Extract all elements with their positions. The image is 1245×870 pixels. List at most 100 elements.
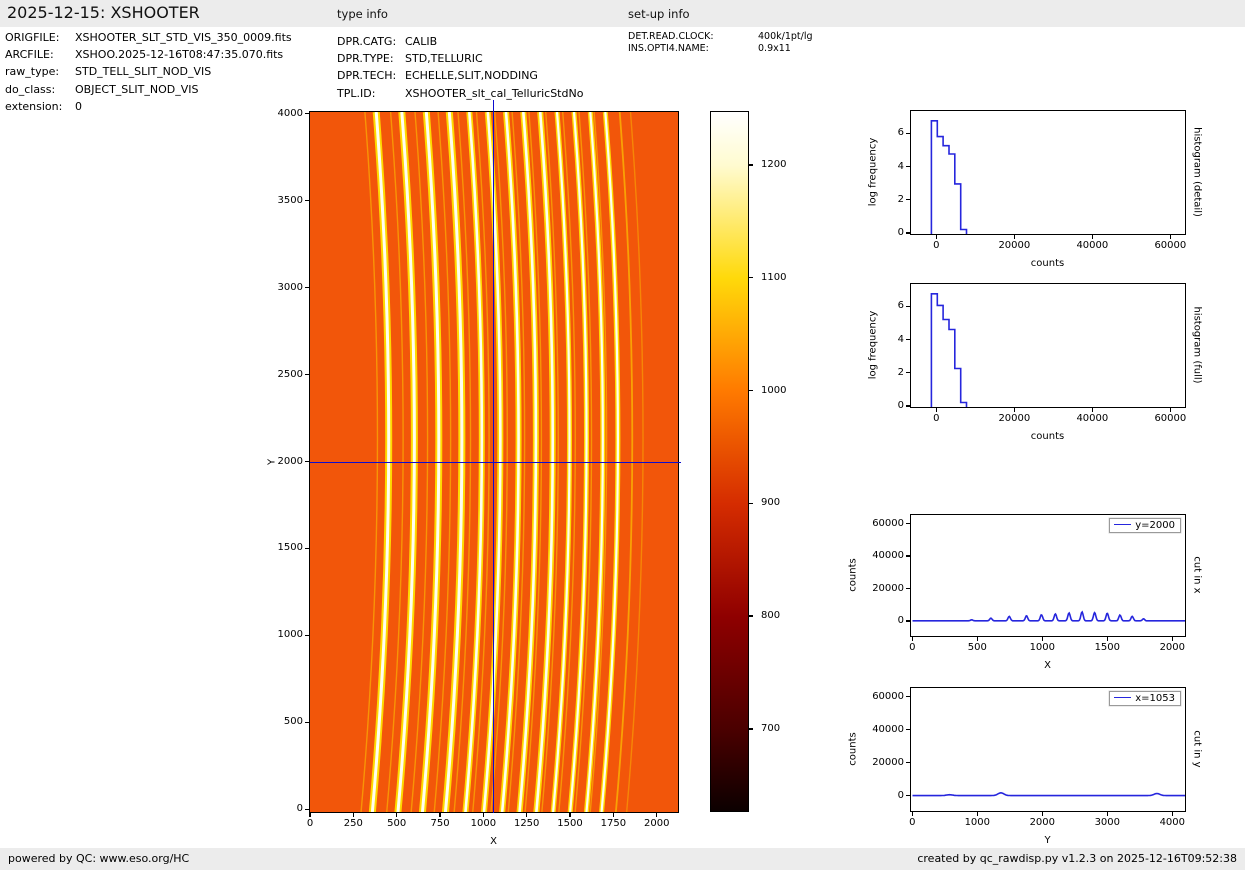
main-image-x-tick-label: 2000	[644, 818, 669, 830]
colorbar-tick-label: 1100	[761, 272, 786, 284]
hist-detail-xlabel: counts	[1031, 258, 1064, 269]
main-image-x-tick	[526, 813, 527, 817]
hist-full-x-tick-label: 0	[933, 413, 939, 425]
cut-y-xlabel: Y	[1044, 835, 1050, 846]
hist-full-series-line	[931, 293, 966, 407]
hist-detail-x-tick-label: 60000	[1154, 240, 1186, 252]
type-info-row: DPR.CATG:CALIB	[337, 33, 583, 50]
main-image-y-tick	[305, 548, 309, 549]
main-image-xlabel: X	[490, 836, 497, 847]
type-info-block: DPR.CATG:CALIBDPR.TYPE:STD,TELLURICDPR.T…	[337, 33, 583, 102]
main-image-y-tick-label: 2000	[278, 456, 303, 468]
main-image-y-tick-label: 500	[284, 716, 303, 728]
main-image-x-tick	[309, 813, 310, 817]
setup-info-value: 400k/1pt/lg	[758, 31, 813, 42]
hist-detail-y-tick-label: 6	[898, 127, 904, 139]
cut-x-legend: y=2000	[1109, 518, 1181, 533]
cut-y-y-tick	[906, 762, 910, 763]
main-image-y-tick	[305, 722, 309, 723]
cut-x-y-tick	[906, 620, 910, 621]
main-image-y-tick-label: 0	[297, 803, 303, 815]
main-image-y-tick-label: 4000	[278, 108, 303, 120]
hist-full-x-tick-label: 40000	[1076, 413, 1108, 425]
colorbar-tick-label: 800	[761, 610, 780, 622]
crosshair-horizontal-y2000	[310, 462, 681, 463]
hist-detail-x-tick	[1092, 235, 1093, 239]
main-image-y-tick	[305, 200, 309, 201]
cut-y-legend-label: x=1053	[1135, 693, 1175, 704]
file-info-value: XSHOOTER_SLT_STD_VIS_350_0009.fits	[75, 31, 292, 44]
cut-y-y-tick-label: 0	[898, 790, 904, 802]
colorbar-tick-label: 900	[761, 497, 780, 509]
cut-y-y-tick	[906, 696, 910, 697]
cut-y-y-tick-label: 20000	[872, 757, 904, 769]
main-image-y-tick-label: 3500	[278, 195, 303, 207]
main-image-x-tick	[569, 813, 570, 817]
cut-y-ylabel: counts	[848, 732, 859, 765]
main-image-x-tick-label: 1000	[471, 818, 496, 830]
type-info-row: TPL.ID:XSHOOTER_slt_cal_TelluricStdNo	[337, 85, 583, 102]
cut-y-y-tick	[906, 729, 910, 730]
cut-y-x-tick-label: 4000	[1160, 817, 1185, 829]
setup-info-row: DET.READ.CLOCK:400k/1pt/lg	[628, 31, 813, 43]
colorbar-tick-label: 1000	[761, 385, 786, 397]
file-info-value: XSHOO.2025-12-16T08:47:35.070.fits	[75, 48, 283, 61]
main-image-x-tick-label: 1500	[557, 818, 582, 830]
file-info-row: extension:0	[5, 98, 292, 115]
main-image-x-tick	[353, 813, 354, 817]
setup-info-block: DET.READ.CLOCK:400k/1pt/lgINS.OPTI4.NAME…	[628, 31, 813, 56]
hist-detail-y-tick	[906, 133, 910, 134]
hist-full-x-tick-label: 20000	[998, 413, 1030, 425]
cut-x-y-tick	[906, 555, 910, 556]
main-image-y-tick-label: 1500	[278, 542, 303, 554]
type-info-label: DPR.TECH:	[337, 67, 405, 84]
setup-info-row: INS.OPTI4.NAME:0.9x11	[628, 43, 813, 55]
colorbar-tick	[749, 277, 753, 278]
hist-detail-y-tick-label: 4	[898, 161, 904, 173]
hist-detail-x-tick	[936, 235, 937, 239]
cut-x-xlabel: X	[1044, 660, 1051, 671]
hist-detail-x-tick-label: 20000	[998, 240, 1030, 252]
cut-x-y-tick-label: 60000	[872, 518, 904, 530]
hist-full-y-tick-label: 0	[898, 400, 904, 412]
colorbar-tick	[749, 164, 753, 165]
hist-full-x-tick	[936, 408, 937, 412]
type-info-row: DPR.TECH:ECHELLE,SLIT,NODDING	[337, 67, 583, 84]
file-info-label: extension:	[5, 98, 75, 115]
footer-powered-by: powered by QC: www.eso.org/HC	[8, 848, 189, 870]
colorbar-tick	[749, 503, 753, 504]
main-image-ylabel: Y	[267, 458, 278, 464]
file-info-value: OBJECT_SLIT_NOD_VIS	[75, 83, 198, 96]
main-image-y-tick	[305, 461, 309, 462]
hist-full-y-tick-label: 4	[898, 334, 904, 346]
colorbar-tick	[749, 390, 753, 391]
hist-full-xlabel: counts	[1031, 431, 1064, 442]
cut-x-y-tick-label: 20000	[872, 583, 904, 595]
cut-x-x-tick	[1042, 637, 1043, 641]
hist-full-y-tick-label: 6	[898, 300, 904, 312]
main-image-y-tick	[305, 287, 309, 288]
cut-x-x-tick-label: 1500	[1095, 642, 1120, 654]
main-image-x-tick-label: 1750	[601, 818, 626, 830]
hist-detail-x-tick-label: 0	[933, 240, 939, 252]
hist-full-x-tick	[1170, 408, 1171, 412]
hist-full-y-tick-label: 2	[898, 367, 904, 379]
hist-full-y-tick	[906, 372, 910, 373]
file-info-row: ARCFILE:XSHOO.2025-12-16T08:47:35.070.fi…	[5, 46, 292, 63]
hist-full-y-tick	[906, 306, 910, 307]
file-info-row: raw_type:STD_TELL_SLIT_NOD_VIS	[5, 63, 292, 80]
hist-detail-y-tick-label: 0	[898, 227, 904, 239]
type-info-value: STD,TELLURIC	[405, 52, 483, 65]
cut-x-series-line	[912, 612, 1185, 621]
cut-y-x-tick-label: 1000	[965, 817, 990, 829]
hist-full-y-tick	[906, 405, 910, 406]
cut-y-x-tick-label: 3000	[1095, 817, 1120, 829]
main-image-x-tick-label: 250	[344, 818, 363, 830]
file-info-value: 0	[75, 100, 82, 113]
main-image-y-tick	[305, 374, 309, 375]
cut-x-x-tick-label: 0	[909, 642, 915, 654]
main-image-x-tick	[483, 813, 484, 817]
cut-x-x-tick	[912, 637, 913, 641]
type-info-value: ECHELLE,SLIT,NODDING	[405, 69, 538, 82]
footer-created-by: created by qc_rawdisp.py v1.2.3 on 2025-…	[917, 848, 1237, 870]
